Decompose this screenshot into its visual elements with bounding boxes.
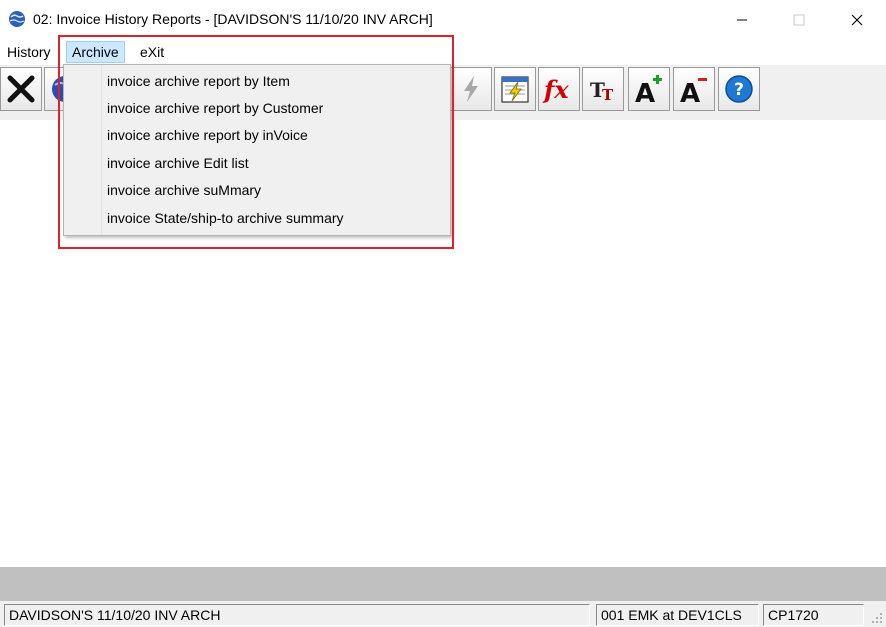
menu-gutter	[64, 65, 102, 235]
menu-item-report-by-customer[interactable]: invoice archive report by Customer	[107, 95, 323, 122]
menu-item-edit-list[interactable]: invoice archive Edit list	[107, 150, 249, 177]
window-title: 02: Invoice History Reports - [DAVIDSON'…	[33, 11, 433, 27]
app-window: 02: Invoice History Reports - [DAVIDSON'…	[0, 0, 886, 627]
status-code: CP1720	[763, 604, 864, 626]
menu-item-summary[interactable]: invoice archive suMmary	[107, 177, 261, 204]
help-icon: ?	[725, 75, 753, 103]
decrease-font-icon: A	[680, 78, 707, 105]
status-user: 001 EMK at DEV1CLS	[596, 604, 759, 626]
toolbar-help-button[interactable]: ?	[718, 67, 760, 111]
minimize-icon	[737, 19, 747, 21]
minimize-button[interactable]	[713, 0, 771, 40]
menu-item-report-by-invoice[interactable]: invoice archive report by inVoice	[107, 122, 308, 149]
lightning-icon	[464, 76, 478, 102]
maximize-button[interactable]	[770, 0, 828, 40]
title-bar: 02: Invoice History Reports - [DAVIDSON'…	[0, 0, 886, 40]
svg-text:T: T	[602, 86, 614, 104]
toolbar-function-button[interactable]: fx	[538, 67, 580, 111]
toolbar-font-button[interactable]: T T	[582, 67, 624, 111]
toolbar-lightning-button[interactable]	[450, 67, 492, 111]
menu-archive[interactable]: Archive	[66, 41, 125, 63]
close-button[interactable]	[828, 0, 886, 40]
resize-grip-icon[interactable]	[870, 611, 884, 625]
toolbar-close-button[interactable]	[0, 67, 42, 111]
toolbar-increase-font-button[interactable]: A	[628, 67, 670, 111]
maximize-icon	[793, 14, 805, 26]
status-bar: DAVIDSON'S 11/10/20 INV ARCH 001 EMK at …	[0, 601, 886, 627]
menu-item-state-shipto-summary[interactable]: invoice State/ship-to archive summary	[107, 205, 344, 232]
menu-exit[interactable]: eXit	[136, 40, 168, 64]
font-size-icon: T T	[590, 78, 614, 104]
function-fx-icon: fx	[542, 75, 569, 104]
menu-history[interactable]: History	[3, 40, 55, 64]
close-icon	[851, 14, 863, 26]
status-company: DAVIDSON'S 11/10/20 INV ARCH	[4, 604, 590, 626]
calculator-lightning-icon	[501, 76, 529, 103]
close-x-icon	[7, 75, 35, 103]
toolbar-calculate-button[interactable]	[494, 67, 536, 111]
increase-font-icon: A	[635, 75, 662, 105]
globe-app-icon	[9, 11, 25, 27]
svg-text:A: A	[635, 79, 655, 105]
svg-text:fx: fx	[542, 75, 569, 104]
archive-dropdown-menu: invoice archive report by Item invoice a…	[63, 64, 451, 236]
menu-item-report-by-item[interactable]: invoice archive report by Item	[107, 68, 290, 95]
menu-bar: History Archive eXit	[0, 40, 886, 64]
gray-footer-bar	[0, 567, 886, 601]
svg-text:?: ?	[734, 80, 744, 100]
toolbar-decrease-font-button[interactable]: A	[673, 67, 715, 111]
svg-text:A: A	[680, 79, 700, 105]
